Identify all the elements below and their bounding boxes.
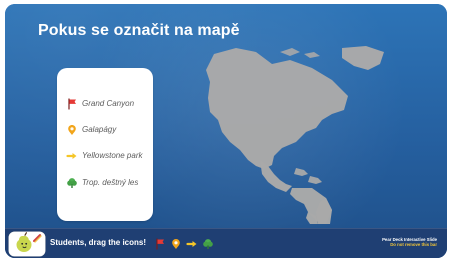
green-tree-icon[interactable] [202,238,214,250]
map-pin-icon[interactable] [170,238,182,250]
legend-label: Galapágy [82,125,117,134]
green-tree-icon[interactable] [66,177,78,189]
legend-item-galapagy[interactable]: Galapágy [57,121,153,141]
legend-item-grand-canyon[interactable]: Grand Canyon [57,95,153,115]
arctic-islands [280,48,320,58]
draggable-icons-tray [154,237,214,251]
map-pin-icon[interactable] [66,124,78,136]
yellow-arrow-icon[interactable] [66,150,78,162]
legend-card: Grand Canyon Galapágy Yellowstone park T… [57,68,153,221]
drag-instructions: Students, drag the icons! [50,238,147,247]
central-america-landmass [260,160,292,192]
legend-label: Yellowstone park [82,151,143,160]
slide-canvas: Pokus se označit na mapě Grand Canyon Ga… [5,4,447,258]
legend-label: Trop. deštný les [82,178,139,187]
red-flag-icon[interactable] [66,98,78,110]
pear-deck-slide: Pokus se označit na mapě Grand Canyon Ga… [5,4,447,258]
caribbean-islands [294,168,322,184]
red-flag-icon[interactable] [154,238,166,250]
legend-label: Grand Canyon [82,99,135,108]
legend-item-yellowstone[interactable]: Yellowstone park [57,147,153,167]
pear-deck-bottom-bar: Students, drag the icons! Pear Deck Inte… [5,228,447,258]
legend-item-rainforest[interactable]: Trop. deštný les [57,174,153,194]
world-map-americas [206,46,384,224]
pear-deck-line-2: Do not remove this bar [390,242,437,248]
north-america-landmass [206,48,348,169]
greenland-landmass [342,46,384,70]
pear-deck-info: Pear Deck Interactive Slide Do not remov… [382,237,437,248]
pear-deck-badge [6,229,47,258]
slide-title: Pokus se označit na mapě [38,22,240,39]
yellow-arrow-icon[interactable] [186,238,198,250]
